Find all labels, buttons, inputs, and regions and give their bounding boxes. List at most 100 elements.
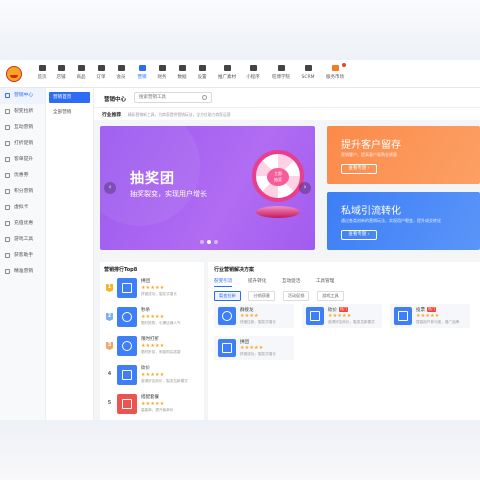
flash-sale-icon — [117, 307, 137, 327]
nav-scrm[interactable]: SCRM — [296, 64, 320, 86]
sidebar-item-fission[interactable]: 裂变拉新 — [0, 104, 45, 120]
notification-badge — [342, 63, 346, 67]
sidebar-item-order-value[interactable]: 客单提升 — [0, 152, 45, 168]
solution-card[interactable]: 投票 热门 ★★★★★ 提高用户参与度，增广品牌 — [390, 304, 470, 328]
promo-title: 私域引流转化 — [341, 206, 401, 217]
nav-promo-material[interactable]: 推广素材 — [213, 64, 241, 86]
ranking-panel: 营销排行Top8 1 拼团 ★★★★★ 拼团成功，裂变式增长 2 秒杀 ★★★★… — [100, 262, 204, 420]
subnav-item-all[interactable]: 全部营销 — [49, 107, 90, 118]
solution-tags: 裂变拉新 分销获客 活动促销 游戏工具 — [214, 291, 350, 301]
rank-medal-bronze: 3 — [106, 342, 113, 350]
ranking-row[interactable]: 5 搭配套餐 ★★★★★ 高客单，提升客单价 — [104, 391, 202, 419]
top-navigation: 首页 店铺 商品 订单 会员 营销 财务 数据 设置 推广素材 小程序 旺博学院… — [0, 60, 480, 88]
rating-stars: ★★★★★ — [328, 313, 352, 319]
carousel-dot[interactable] — [214, 240, 218, 244]
rating-stars: ★★★★★ — [141, 401, 165, 407]
tab-engagement[interactable]: 互动促活 — [282, 278, 300, 286]
promo-card-private-traffic: 私域引流转化 通过各类创新的营销玩法，实现用户裂变，提升成交转化 查看专题 › — [327, 192, 480, 250]
rank-medal-silver: 2 — [106, 313, 113, 321]
tab-fission-traffic[interactable]: 裂变引流 — [214, 278, 233, 287]
main-content: 营销中心 行业推荐 精彩营销新工具，为商家提供营销玩法，全方位助力商家运营 抽奖… — [94, 88, 480, 420]
bargain-tag-icon — [306, 307, 324, 325]
tag-distribution[interactable]: 分销获客 — [248, 291, 276, 301]
marketing-icon — [138, 65, 146, 71]
chain-link-icon — [218, 307, 236, 325]
sidebar-item-coupon[interactable]: 优惠券 — [0, 168, 45, 184]
nav-miniapp[interactable]: 小程序 — [241, 64, 265, 86]
rating-stars: ★★★★★ — [141, 372, 165, 378]
sidebar-item-acquisition[interactable]: 获客助手 — [0, 248, 45, 264]
tag-game[interactable]: 游戏工具 — [317, 291, 344, 301]
rank-medal-gold: 1 — [106, 284, 113, 292]
assistant-icon — [5, 253, 10, 258]
carousel-dot[interactable] — [207, 240, 211, 244]
view-topic-button[interactable]: 查看专题 › — [341, 164, 377, 174]
store-icon — [57, 65, 65, 71]
carousel-dot[interactable] — [200, 240, 204, 244]
page-title: 营销中心 — [104, 97, 127, 103]
promo-title: 提升客户留存 — [341, 140, 401, 151]
subnav-item-home[interactable]: 营销首页 — [49, 92, 90, 103]
solution-card[interactable]: 砍价 热门 ★★★★★ 邀请好友砍价，裂变拉新模式 — [302, 304, 382, 328]
app-window: 首页 店铺 商品 订单 会员 营销 财务 数据 设置 推广素材 小程序 旺博学院… — [0, 60, 480, 420]
sidebar-item-recharge[interactable]: 充值优惠 — [0, 216, 45, 232]
solution-card[interactable]: 拼团 ★★★★★ 拼团成功，裂变式增长 — [214, 336, 294, 360]
rating-stars: ★★★★★ — [141, 285, 165, 291]
sidebar-item-marketing-center[interactable]: 营销中心 — [0, 88, 45, 104]
tag-fission[interactable]: 裂变拉新 — [214, 291, 241, 301]
carousel-banner[interactable]: 抽奖团 抽奖裂变，实现用户增长 立即 抽奖 ‹ › — [100, 126, 315, 250]
solution-title: 行业营销解决方案 — [214, 267, 255, 273]
promo-card-retention: 提升客户留存 营销客户，提高客户复购业绩量 查看专题 › — [327, 126, 480, 184]
main-header: 营销中心 — [94, 88, 480, 108]
solution-card[interactable]: 群接龙 ★★★★ 快速拉新，裂变式增长 — [214, 304, 294, 328]
group-buy-icon — [117, 278, 137, 298]
finance-icon — [158, 65, 166, 71]
search-input[interactable] — [135, 93, 197, 102]
sidebar-item-precision[interactable]: 精准营销 — [0, 264, 45, 280]
search-box — [134, 92, 212, 103]
ranking-row[interactable]: 3 限时打折 ★★★★★ 限时折扣，刺激购买欲望 — [104, 333, 202, 361]
promo-desc: 通过各类创新的营销玩法，实现用户裂变，提升成交转化 — [341, 218, 441, 223]
discount-icon — [5, 141, 10, 146]
data-icon — [178, 65, 186, 71]
carousel-next-button[interactable]: › — [299, 182, 311, 194]
nav-academy[interactable]: 旺博学院 — [267, 64, 295, 86]
sidebar-item-virtual-card[interactable]: 虚拟卡 — [0, 200, 45, 216]
recommend-desc: 精彩营销新工具，为商家提供营销玩法，全方位助力商家运营 — [128, 111, 231, 117]
brand-logo[interactable] — [6, 66, 22, 82]
ranking-title: 营销排行Top8 — [104, 267, 138, 273]
nav-service-market[interactable]: 服务市场 — [321, 63, 349, 86]
rating-stars: ★★★★★ — [416, 313, 440, 319]
home-icon — [38, 65, 46, 71]
rating-stars: ★★★★ — [240, 313, 259, 319]
ranking-row[interactable]: 2 秒杀 ★★★★★ 限时抢购，引爆店铺人气 — [104, 304, 202, 332]
ranking-row[interactable]: 1 拼团 ★★★★★ 拼团成功，裂变式增长 — [104, 275, 202, 303]
carousel-prev-button[interactable]: ‹ — [104, 182, 116, 194]
sidebar-item-points[interactable]: 积分营销 — [0, 184, 45, 200]
ranking-row[interactable]: 4 砍价 ★★★★★ 邀请好友砍价，裂变拉新模式 — [104, 362, 202, 390]
tab-tools[interactable]: 工具管理 — [316, 278, 334, 286]
search-icon[interactable] — [202, 95, 207, 100]
view-topic-button[interactable]: 查看专题 › — [341, 230, 377, 240]
discount-badge-icon — [117, 336, 137, 356]
wheel-center-label: 立即 抽奖 — [267, 168, 289, 186]
member-icon — [117, 65, 125, 71]
tag-promotion[interactable]: 活动促销 — [282, 291, 310, 301]
settings-icon — [198, 65, 206, 71]
sidebar: 营销中心 裂变拉新 互动营销 打折促销 客单提升 优惠券 积分营销 虚拟卡 充值… — [0, 88, 46, 420]
market-icon — [331, 65, 339, 71]
share-icon — [223, 65, 231, 71]
rank-number: 5 — [107, 400, 112, 406]
tab-conversion[interactable]: 提升转化 — [248, 278, 266, 286]
promo-desc: 营销客户，提高客户复购业绩量 — [341, 152, 397, 157]
scrm-icon — [304, 65, 312, 71]
rank-number: 4 — [107, 371, 112, 377]
nav-settings[interactable]: 设置 — [190, 64, 214, 86]
hot-badge: 热门 — [339, 307, 348, 312]
sidebar-item-interactive[interactable]: 互动营销 — [0, 120, 45, 136]
sidebar-item-game[interactable]: 游戏工具 — [0, 232, 45, 248]
recommend-bar: 行业推荐 精彩营销新工具，为商家提供营销玩法，全方位助力商家运营 — [94, 108, 480, 120]
sub-navigation: 营销首页 全部营销 — [46, 88, 94, 420]
sidebar-item-discount[interactable]: 打折促销 — [0, 136, 45, 152]
miniapp-icon — [249, 65, 257, 71]
